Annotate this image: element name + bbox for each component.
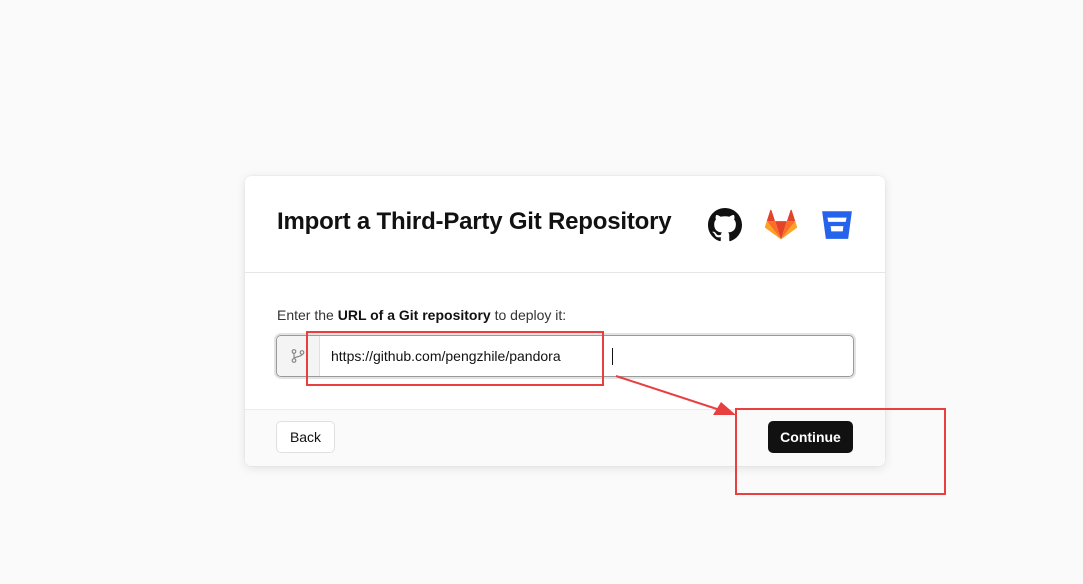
url-prompt: Enter the URL of a Git repository to dep… [277, 307, 566, 323]
back-button[interactable]: Back [276, 421, 335, 453]
pointer-arrow [615, 375, 736, 415]
dialog-body: Enter the URL of a Git repository to dep… [245, 273, 885, 409]
prompt-text-bold: URL of a Git repository [337, 307, 491, 323]
gitlab-icon[interactable] [764, 208, 798, 242]
dialog-title: Import a Third-Party Git Repository [277, 208, 672, 235]
text-caret [612, 348, 613, 365]
repository-url-field[interactable] [276, 335, 854, 377]
bitbucket-icon[interactable] [820, 208, 854, 242]
dialog-footer: Back Continue [245, 409, 885, 466]
prompt-text-before: Enter the [277, 307, 334, 323]
github-icon[interactable] [708, 208, 742, 242]
dialog-header: Import a Third-Party Git Repository [245, 176, 885, 273]
import-dialog: Import a Third-Party Git Repository Ente… [245, 176, 885, 466]
url-prefix [277, 336, 320, 376]
git-branch-icon [291, 349, 305, 363]
repository-url-input[interactable] [331, 336, 846, 376]
continue-button[interactable]: Continue [768, 421, 853, 453]
prompt-text-after: to deploy it: [494, 307, 567, 323]
